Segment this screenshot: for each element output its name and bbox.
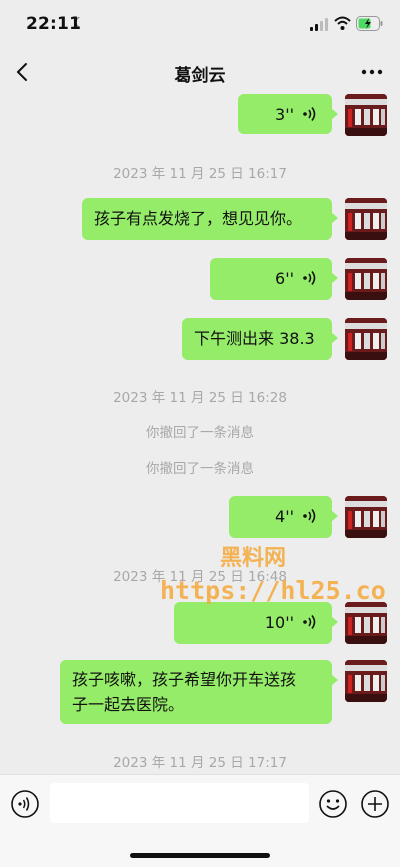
moon-icon: ☾	[73, 16, 85, 31]
voice-duration: 3''	[275, 105, 294, 124]
system-message: 你撤回了一条消息	[146, 461, 254, 477]
text-message-line: 孩子咳嗽，孩子希望你开车送孩	[72, 670, 297, 689]
voice-message[interactable]: 6''	[210, 258, 338, 300]
voice-wave-icon	[303, 615, 316, 629]
avatar[interactable]	[345, 198, 387, 240]
wifi-icon	[334, 16, 351, 30]
text-message[interactable]: 孩子咳嗽，孩子希望你开车送孩 子一起去医院。	[60, 660, 338, 724]
message-input[interactable]	[50, 783, 309, 823]
voice-duration: 4''	[275, 507, 294, 526]
voice-duration: 10''	[264, 613, 294, 632]
text-message-line: 子一起去医院。	[72, 695, 185, 714]
signal-icon	[310, 18, 328, 31]
avatar[interactable]	[345, 660, 387, 702]
voice-message[interactable]: 3''	[238, 94, 338, 134]
voice-wave-icon	[303, 107, 316, 121]
avatar[interactable]	[345, 496, 387, 538]
text-message[interactable]: 下午测出来 38.3	[182, 318, 338, 360]
status-bar: 22:11 ☾	[0, 0, 400, 50]
avatar[interactable]	[345, 318, 387, 360]
system-message: 你撤回了一条消息	[146, 425, 254, 441]
chat-title: 葛剑云	[174, 66, 226, 86]
more-icon[interactable]	[358, 60, 386, 84]
text-message[interactable]: 孩子有点发烧了，想见见你。	[82, 198, 338, 240]
voice-message[interactable]: 4''	[229, 496, 338, 538]
voice-toggle-icon[interactable]	[10, 789, 40, 819]
avatar[interactable]	[345, 94, 387, 136]
voice-duration: 6''	[275, 269, 294, 288]
home-indicator	[130, 853, 270, 858]
plus-icon[interactable]	[360, 789, 390, 819]
emoji-icon[interactable]	[318, 789, 348, 819]
battery-icon	[356, 16, 383, 31]
chat-area[interactable]: 3'' 2023 年 11 月 25 日 16:17 孩子有点发烧了，想见见你。…	[0, 94, 400, 774]
timestamp: 2023 年 11 月 25 日 16:17	[113, 166, 287, 182]
avatar[interactable]	[345, 258, 387, 300]
timestamp: 2023 年 11 月 25 日 16:28	[113, 390, 287, 406]
voice-message[interactable]: 10''	[174, 602, 338, 644]
timestamp: 2023 年 11 月 25 日 17:17	[113, 755, 287, 771]
nav-bar: 葛剑云	[0, 50, 400, 94]
timestamp: 2023 年 11 月 25 日 16:48	[113, 569, 287, 585]
avatar[interactable]	[345, 602, 387, 644]
voice-wave-icon	[303, 509, 316, 523]
voice-wave-icon	[303, 271, 316, 285]
